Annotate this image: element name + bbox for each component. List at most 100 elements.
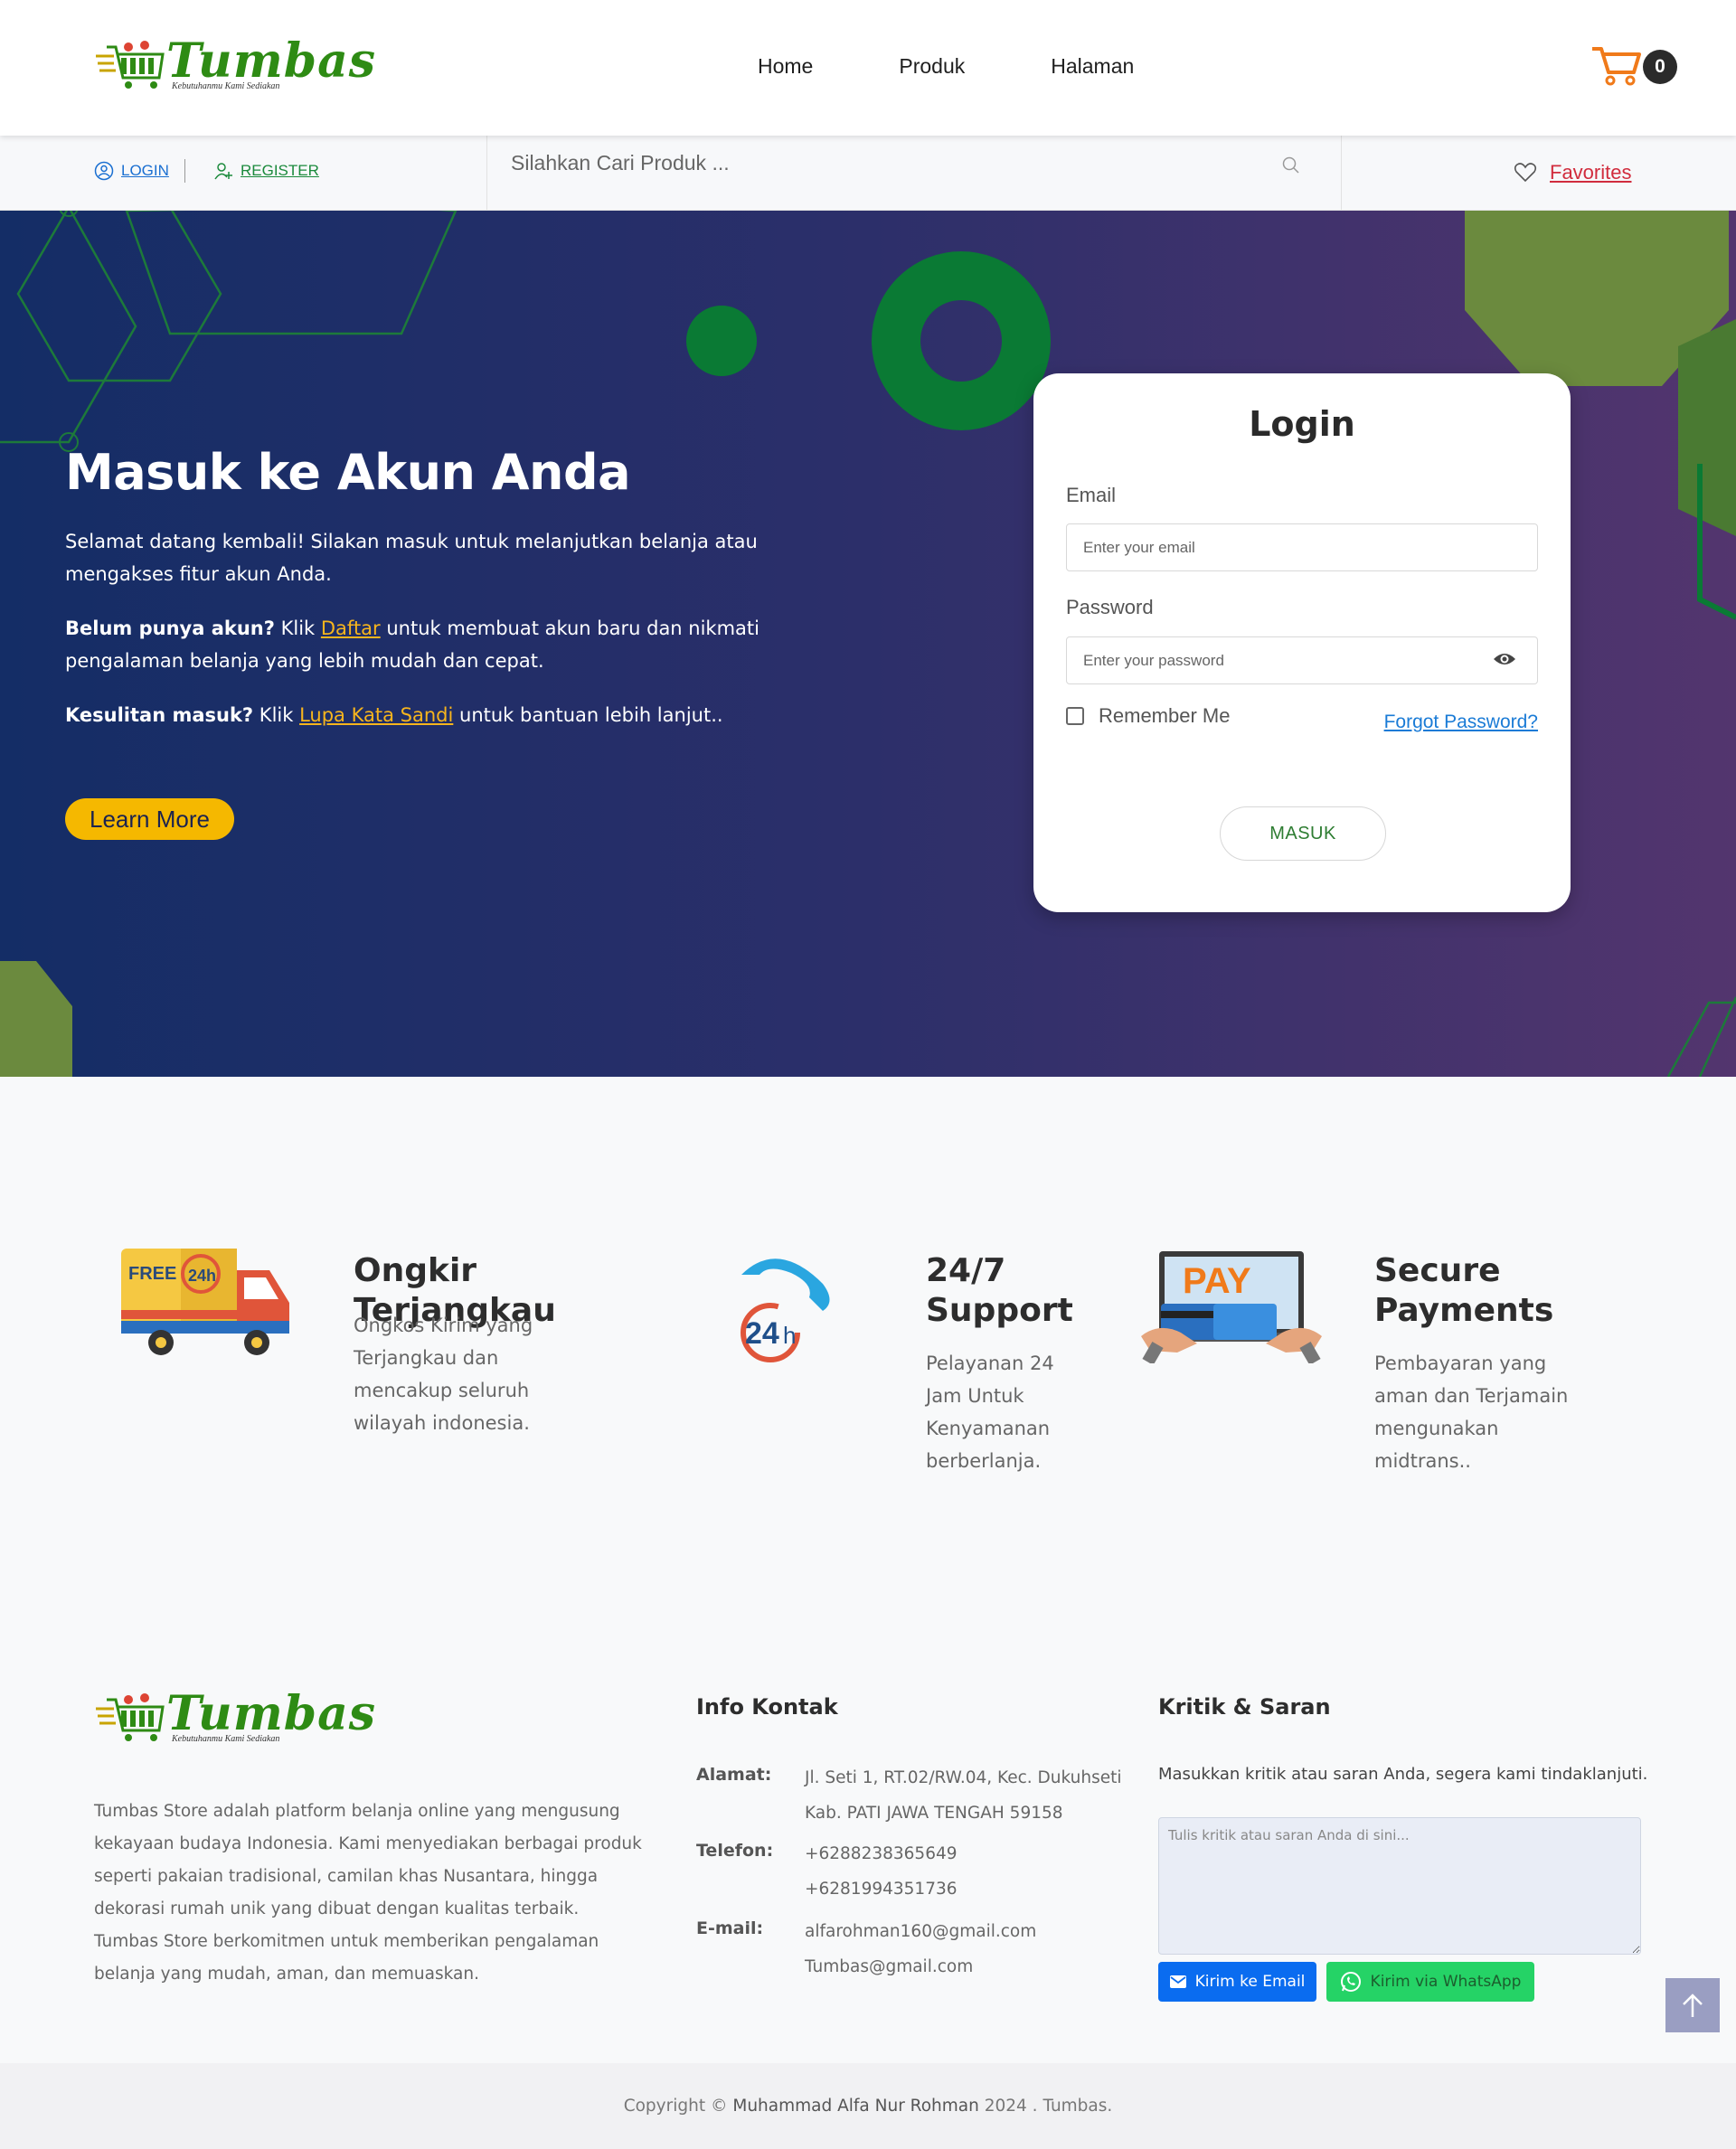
copyright-bar: Copyright © Muhammad Alfa Nur Rohman 202… [0, 2063, 1736, 2149]
logo-brand-text: Tumbas [166, 33, 377, 89]
login-label: LOGIN [121, 162, 169, 179]
shopping-cart-logo-icon [96, 41, 165, 89]
login-card: Login Email Password Remember Me Forgot … [1033, 373, 1571, 912]
favorites-link[interactable]: Favorites [1514, 161, 1631, 184]
svg-text:24h: 24h [188, 1267, 216, 1285]
kritik-heading: Kritik & Saran [1158, 1694, 1331, 1720]
user-icon [94, 161, 114, 181]
hero-title: Masuk ke Akun Anda [65, 444, 631, 501]
forgot-prompt-pre: Klik [253, 704, 300, 726]
send-email-button[interactable]: Kirim ke Email [1158, 1962, 1316, 2002]
register-prompt-pre: Klik [274, 617, 321, 639]
send-email-label: Kirim ke Email [1194, 1973, 1306, 1991]
kritik-textarea[interactable] [1158, 1817, 1641, 1955]
add-user-icon [214, 163, 232, 180]
feature-text-ongkir: Ongkos Kirim yang Terjangkau dan mencaku… [354, 1315, 533, 1434]
login-title: Login [1249, 404, 1355, 444]
divider [184, 159, 185, 183]
email-label: Email [1066, 484, 1117, 506]
nav-halaman[interactable]: Halaman [1051, 54, 1134, 79]
feature-title-support: 24/7 Support [926, 1252, 1073, 1329]
learn-more-button[interactable]: Learn More [65, 798, 234, 840]
forgot-password-link[interactable]: Forgot Password? [1384, 712, 1538, 733]
copyright-name: Muhammad Alfa Nur Rohman [732, 2097, 979, 2116]
nav-produk[interactable]: Produk [899, 54, 965, 79]
hero-welcome-text: Selamat datang kembali! Silakan masuk un… [65, 531, 758, 585]
logo-tagline: Kebutuhanmu Kami Sediakan [172, 81, 280, 91]
copyright-suffix: 2024 . Tumbas. [978, 2097, 1113, 2116]
masuk-button[interactable]: MASUK [1220, 806, 1386, 861]
email-2[interactable]: Tumbas@gmail.com [805, 1949, 1036, 1984]
search-bar [486, 136, 1342, 211]
login-link[interactable]: LOGIN [94, 161, 169, 181]
lupa-kata-sandi-link[interactable]: Lupa Kata Sandi [299, 704, 453, 726]
register-link[interactable]: REGISTER [213, 161, 319, 181]
address-line-2: Kab. PATI JAWA TENGAH 59158 [805, 1804, 1063, 1823]
footer-logo-tagline: Kebutuhanmu Kami Sediakan [172, 1734, 280, 1744]
feature-title-payment: Secure Payments [1374, 1252, 1554, 1329]
svg-text:h: h [783, 1322, 796, 1349]
password-label: Password [1066, 596, 1154, 618]
address-value: Jl. Seti 1, RT.02/RW.04, Kec. Dukuhseti … [805, 1760, 1122, 1831]
delivery-truck-icon: FREE 24h [121, 1249, 289, 1355]
svg-text:FREE: FREE [128, 1264, 176, 1284]
support-24h-icon: 24 h [741, 1258, 830, 1362]
favorites-label: Favorites [1550, 161, 1632, 184]
sub-toolbar: LOGIN REGISTER Favorites [0, 136, 1736, 211]
kritik-description: Masukkan kritik atau saran Anda, segera … [1158, 1765, 1648, 1784]
heart-icon [1514, 163, 1537, 183]
feature-support: 24 h [723, 1248, 841, 1369]
remember-checkbox[interactable] [1066, 707, 1084, 725]
secure-payment-icon: PAY [1141, 1251, 1322, 1366]
footer-about-text: Tumbas Store adalah platform belanja onl… [94, 1802, 642, 1984]
envelope-icon [1169, 1975, 1186, 1988]
footer-logo-brand-text: Tumbas [166, 1686, 377, 1741]
top-header: Tumbas Kebutuhanmu Kami Sediakan Home Pr… [0, 0, 1736, 136]
arrow-up-icon [1683, 1993, 1703, 2017]
shopping-cart-logo-icon [96, 1693, 165, 1741]
search-icon[interactable] [1281, 156, 1301, 175]
main-nav: Home Produk Halaman [758, 54, 1220, 79]
feature-text-support: Pelayanan 24 Jam Untuk Kenyamanan berber… [926, 1353, 1054, 1472]
email-1[interactable]: alfarohman160@gmail.com [805, 1914, 1036, 1949]
contact-heading: Info Kontak [696, 1694, 838, 1720]
copyright-prefix: Copyright © [623, 2097, 733, 2116]
register-label: REGISTER [241, 162, 319, 179]
feature-text-payment: Pembayaran yang aman dan Terjamain mengu… [1374, 1353, 1569, 1472]
phone-value: +6288238365649 +6281994351736 [805, 1836, 958, 1907]
eye-icon[interactable] [1493, 650, 1516, 668]
whatsapp-icon [1340, 1972, 1361, 1992]
address-line-1: Jl. Seti 1, RT.02/RW.04, Kec. Dukuhseti [805, 1768, 1122, 1787]
remember-label: Remember Me [1099, 704, 1231, 727]
send-whatsapp-button[interactable]: Kirim via WhatsApp [1326, 1962, 1534, 2002]
scroll-to-top-button[interactable] [1665, 1978, 1720, 2032]
send-whatsapp-label: Kirim via WhatsApp [1370, 1973, 1522, 1991]
address-label: Alamat: [696, 1765, 772, 1785]
hero-forgot-text: Kesulitan masuk? Klik Lupa Kata Sandi un… [65, 699, 788, 731]
hero-register-text: Belum punya akun? Klik Daftar untuk memb… [65, 612, 788, 677]
phone-1[interactable]: +6288238365649 [805, 1836, 958, 1871]
email-field[interactable] [1066, 523, 1538, 571]
remember-me[interactable]: Remember Me [1066, 704, 1230, 728]
search-input[interactable] [511, 136, 1270, 190]
forgot-prompt-bold: Kesulitan masuk? [65, 704, 254, 726]
password-field[interactable] [1066, 636, 1538, 684]
email-contact-value: alfarohman160@gmail.com Tumbas@gmail.com [805, 1914, 1036, 1984]
hero-section: Masuk ke Akun Anda Selamat datang kembal… [0, 211, 1736, 1077]
phone-label: Telefon: [696, 1841, 774, 1861]
daftar-link[interactable]: Daftar [321, 617, 381, 639]
register-prompt-bold: Belum punya akun? [65, 617, 275, 639]
cart-count-badge: 0 [1643, 50, 1677, 84]
site-logo[interactable]: Tumbas Kebutuhanmu Kami Sediakan [94, 38, 376, 92]
email-contact-label: E-mail: [696, 1918, 764, 1938]
feature-payment: PAY [1141, 1246, 1322, 1367]
feature-ongkir: FREE 24h [118, 1243, 298, 1373]
nav-home[interactable]: Home [758, 54, 813, 79]
cart-icon [1592, 47, 1641, 86]
cart-button[interactable]: 0 [1589, 43, 1679, 94]
svg-text:PAY: PAY [1183, 1261, 1251, 1301]
footer-logo[interactable]: Tumbas Kebutuhanmu Kami Sediakan [94, 1691, 376, 1745]
forgot-prompt-post: untuk bantuan lebih lanjut.. [453, 704, 723, 726]
svg-text:24: 24 [745, 1316, 779, 1351]
phone-2[interactable]: +6281994351736 [805, 1871, 958, 1907]
